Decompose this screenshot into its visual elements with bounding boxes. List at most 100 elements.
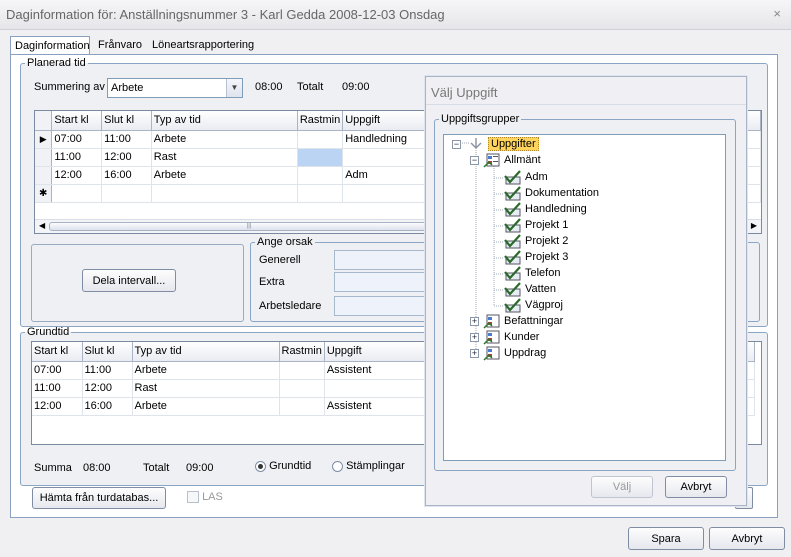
tab-franvaro[interactable]: Frånvaro [94, 36, 150, 56]
tree-item-handledning[interactable]: Handledning [504, 201, 587, 217]
tree-item-dokumentation[interactable]: Dokumentation [504, 185, 599, 201]
generell-field[interactable] [334, 250, 426, 270]
cell-empty[interactable] [151, 184, 298, 203]
summering-label: Summering av [34, 81, 105, 93]
cell-rast[interactable] [297, 130, 344, 149]
column-header-typ[interactable]: Typ av tid [132, 342, 280, 362]
tree-item-vatten[interactable]: Vatten [504, 281, 556, 297]
cell-slut[interactable]: 11:00 [101, 130, 152, 149]
cell-rast-selected[interactable] [297, 148, 344, 167]
tree-group-label[interactable]: Befattningar [504, 315, 563, 327]
collapse-icon[interactable]: − [470, 155, 479, 165]
cell-start[interactable]: 11:00 [51, 148, 103, 167]
uppgift-tree[interactable]: − Uppgifter − Allmänt Adm Dokumentation [443, 134, 726, 461]
tree-item-label[interactable]: Projekt 3 [525, 251, 568, 263]
cell-typ[interactable]: Rast [151, 148, 298, 167]
collapse-icon[interactable]: − [452, 139, 461, 149]
radio-stamplingar[interactable]: Stämplingar [332, 460, 405, 472]
tree-item-adm[interactable]: Adm [504, 169, 548, 185]
tree-group-label[interactable]: Allmänt [504, 154, 541, 166]
column-header-rast[interactable]: Rastmin [297, 111, 344, 131]
tree-root-label[interactable]: Uppgifter [488, 137, 539, 151]
close-icon[interactable]: × [773, 6, 781, 21]
tree-item-label[interactable]: Vägproj [525, 299, 563, 311]
cell-typ[interactable]: Arbete [132, 361, 280, 380]
column-header-start[interactable]: Start kl [51, 111, 103, 131]
avbryt-button[interactable]: Avbryt [709, 527, 785, 550]
radio-grundtid-label: Grundtid [269, 460, 312, 472]
cell-rast[interactable] [279, 379, 325, 398]
tree-group-allmant[interactable]: − Allmänt [470, 152, 541, 168]
cell-typ[interactable]: Arbete [151, 166, 298, 185]
dela-intervall-button[interactable]: Dela intervall... [82, 269, 176, 292]
cell-start[interactable]: 07:00 [51, 130, 103, 149]
column-header-typ[interactable]: Typ av tid [151, 111, 298, 131]
radio-grundtid[interactable]: Grundtid [255, 460, 311, 472]
cell-slut[interactable]: 11:00 [82, 361, 133, 380]
tree-root-uppgifter[interactable]: − Uppgifter [452, 136, 539, 152]
hamta-button[interactable]: Hämta från turdatabas... [32, 487, 166, 509]
expand-icon[interactable]: + [470, 348, 479, 358]
las-checkbox[interactable]: LAS [187, 491, 223, 504]
tree-item-label[interactable]: Adm [525, 171, 548, 183]
cell-empty[interactable] [297, 184, 344, 203]
cell-empty[interactable] [101, 184, 152, 203]
cell-start[interactable]: 07:00 [32, 361, 83, 380]
tree-item-label[interactable]: Telefon [525, 267, 560, 279]
tree-item-label[interactable]: Projekt 1 [525, 219, 568, 231]
column-header-rast[interactable]: Rastmin [279, 342, 325, 362]
cell-typ[interactable]: Arbete [132, 397, 280, 416]
expand-icon[interactable]: + [470, 332, 479, 342]
valj-button[interactable]: Välj [591, 476, 653, 498]
cell-start[interactable]: 12:00 [32, 397, 83, 416]
chevron-down-icon[interactable]: ▼ [226, 79, 242, 97]
cell-slut[interactable]: 12:00 [82, 379, 133, 398]
cell-slut[interactable]: 12:00 [101, 148, 152, 167]
radio-stamplingar-icon[interactable] [332, 460, 343, 472]
summering-select[interactable]: Arbete ▼ [107, 78, 243, 98]
scroll-right-icon[interactable]: ▶ [751, 221, 757, 230]
tree-item-label[interactable]: Handledning [525, 203, 587, 215]
tree-group-befattningar[interactable]: + Befattningar [470, 313, 563, 329]
cell-slut[interactable]: 16:00 [101, 166, 152, 185]
scroll-left-icon[interactable]: ◀ [39, 221, 45, 230]
dialog-avbryt-button[interactable]: Avbryt [665, 476, 727, 498]
tree-item-projekt-1[interactable]: Projekt 1 [504, 217, 568, 233]
cell-empty[interactable] [51, 184, 103, 203]
cell-start[interactable]: 12:00 [51, 166, 103, 185]
expand-icon[interactable]: + [470, 316, 479, 326]
spara-button[interactable]: Spara [628, 527, 704, 550]
tree-item-telefon[interactable]: Telefon [504, 265, 560, 281]
tree-group-label[interactable]: Kunder [504, 331, 539, 343]
cell-typ[interactable]: Rast [132, 379, 280, 398]
cell-rast[interactable] [279, 397, 325, 416]
tree-item-label[interactable]: Vatten [525, 283, 556, 295]
scroll-thumb[interactable]: ||| [49, 222, 449, 231]
task-check-icon [504, 201, 521, 216]
cell-slut[interactable]: 16:00 [82, 397, 133, 416]
cell-typ[interactable]: Arbete [151, 130, 298, 149]
column-header-start[interactable]: Start kl [32, 342, 83, 362]
tree-group-kunder[interactable]: + Kunder [470, 329, 539, 345]
tree-item-vagproj[interactable]: Vägproj [504, 297, 563, 313]
cell-start[interactable]: 11:00 [32, 379, 83, 398]
tree-item-projekt-3[interactable]: Projekt 3 [504, 249, 568, 265]
arbetsledare-field[interactable] [334, 296, 426, 316]
extra-field[interactable] [334, 272, 426, 292]
cell-rast[interactable] [297, 166, 344, 185]
column-header-slut[interactable]: Slut kl [82, 342, 133, 362]
column-header-slut[interactable]: Slut kl [101, 111, 152, 131]
ange-orsak-legend: Ange orsak [257, 236, 313, 248]
tree-group-label[interactable]: Uppdrag [504, 347, 546, 359]
radio-grundtid-icon[interactable] [255, 460, 266, 472]
las-checkbox-box[interactable] [187, 491, 199, 504]
radio-stamplingar-label: Stämplingar [346, 460, 405, 472]
tree-item-label[interactable]: Projekt 2 [525, 235, 568, 247]
cell-rast[interactable] [279, 361, 325, 380]
tree-item-label[interactable]: Dokumentation [525, 187, 599, 199]
tab-loneartsrapportering[interactable]: Löneartsrapportering [148, 36, 258, 56]
tree-item-projekt-2[interactable]: Projekt 2 [504, 233, 568, 249]
task-group-icon [483, 346, 500, 361]
tree-group-uppdrag[interactable]: + Uppdrag [470, 345, 546, 361]
tab-daginformation[interactable]: Daginformation [10, 36, 90, 56]
